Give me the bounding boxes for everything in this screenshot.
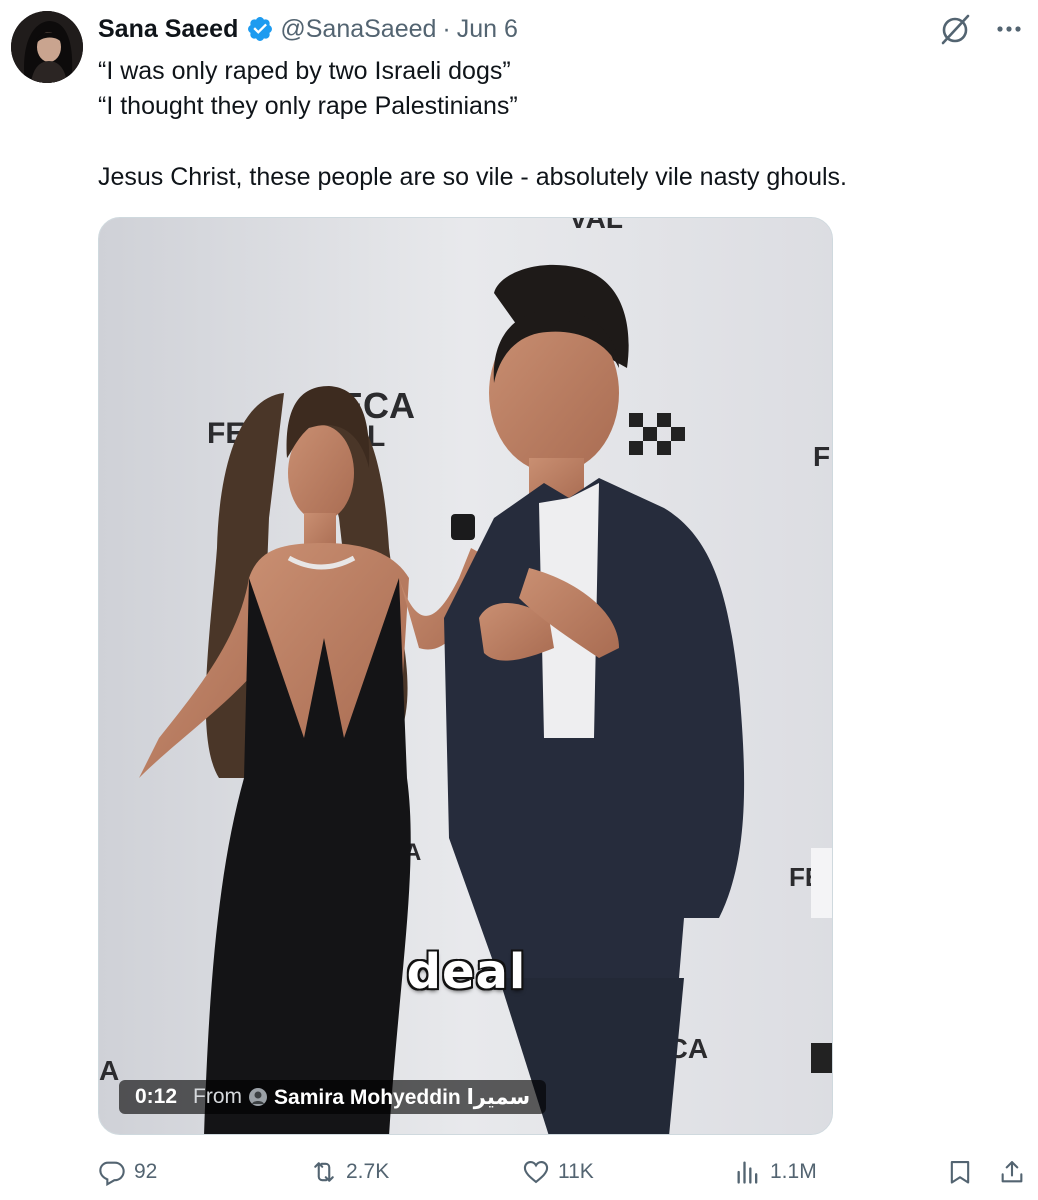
reply-button[interactable]: 92	[98, 1158, 157, 1186]
tweet-text: “I was only raped by two Israeli dogs” “…	[98, 54, 998, 195]
retweet-button[interactable]: 2.7K	[310, 1158, 389, 1186]
display-name[interactable]: Sana Saeed	[98, 15, 238, 44]
video-info-bar[interactable]: 0:12 From Samira Mohyeddin سميرا	[119, 1080, 547, 1114]
bookmark-icon	[950, 1161, 970, 1184]
view-count: 1.1M	[770, 1160, 817, 1183]
tweet-header: Sana Saeed @SanaSaeed · Jun 6	[98, 12, 518, 46]
like-count: 11K	[558, 1160, 594, 1183]
video-caption: deal	[406, 944, 527, 1000]
retweet-icon	[314, 1162, 334, 1182]
source-name[interactable]: Samira Mohyeddin سميرا	[274, 1085, 530, 1110]
retweet-count: 2.7K	[346, 1160, 390, 1183]
views-icon	[737, 1161, 758, 1184]
tweet: Sana Saeed @SanaSaeed · Jun 6 “I was onl…	[0, 0, 1038, 1200]
share-button[interactable]	[998, 1158, 1026, 1186]
verified-badge-icon	[248, 17, 273, 41]
like-button[interactable]: 11K	[522, 1158, 594, 1186]
grok-icon[interactable]	[938, 12, 972, 46]
reply-count: 92	[134, 1160, 158, 1183]
backdrop-text: VAL	[569, 218, 623, 234]
separator-dot: ·	[442, 14, 451, 43]
share-icon	[1001, 1161, 1023, 1183]
source-avatar-icon	[249, 1088, 268, 1106]
reply-icon	[99, 1161, 125, 1186]
tweet-line: “I was only raped by two Israeli dogs”	[98, 57, 511, 85]
backdrop-text: A	[99, 1055, 119, 1086]
like-icon	[523, 1161, 549, 1184]
top-actions	[938, 12, 1024, 46]
tweet-line: “I thought they only rape Palestinians”	[98, 92, 518, 120]
action-bar: 92 2.7K 11K 1.1M	[98, 1158, 1030, 1194]
avatar-image	[11, 11, 83, 83]
tweet-line: Jesus Christ, these people are so vile -…	[98, 163, 847, 191]
from-label: From	[193, 1085, 243, 1108]
user-handle[interactable]: @SanaSaeed	[280, 15, 436, 44]
video-player[interactable]: ECA FE L F FE ECA L A A VAL	[98, 217, 833, 1135]
video-timestamp: 0:12	[135, 1085, 178, 1108]
more-icon[interactable]	[994, 14, 1024, 44]
avatar[interactable]	[11, 11, 83, 83]
backdrop-text: F	[813, 441, 830, 472]
views-button[interactable]: 1.1M	[734, 1158, 817, 1186]
tweet-date[interactable]: Jun 6	[457, 15, 518, 44]
bookmark-button[interactable]	[946, 1158, 974, 1186]
